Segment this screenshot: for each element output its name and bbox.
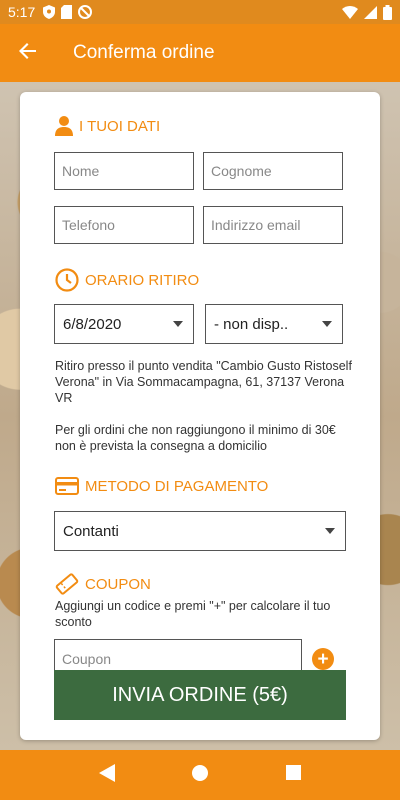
no-disturb-icon xyxy=(78,5,93,19)
dropdown-caret-icon xyxy=(325,528,335,534)
pickup-date-select[interactable]: 6/8/2020 xyxy=(54,304,194,344)
pickup-time-select[interactable]: - non disp.. xyxy=(205,304,343,344)
clock-icon xyxy=(55,268,79,292)
nav-home-icon[interactable] xyxy=(192,764,209,786)
page-title: Conferma ordine xyxy=(73,42,215,63)
nome-placeholder: Nome xyxy=(62,163,100,179)
coupon-placeholder: Coupon xyxy=(62,651,112,667)
nome-field[interactable]: Nome xyxy=(54,152,194,190)
nav-recents-icon[interactable] xyxy=(286,765,302,785)
submit-order-label: INVIA ORDINE (5€) xyxy=(112,683,288,706)
battery-icon xyxy=(383,4,392,20)
section-payment: METODO DI PAGAMENTO xyxy=(55,477,268,495)
sd-card-icon xyxy=(61,5,73,19)
payment-method-value: Contanti xyxy=(63,522,119,540)
system-nav-bar xyxy=(0,750,400,800)
order-form-card: I TUOI DATI Nome Cognome Telefono Indiri… xyxy=(20,92,380,740)
section-pickup-time: ORARIO RITIRO xyxy=(55,268,199,292)
email-field[interactable]: Indirizzo email xyxy=(203,206,343,244)
credit-card-icon xyxy=(55,477,79,495)
dropdown-caret-icon xyxy=(173,321,183,327)
pickup-time-value: - non disp.. xyxy=(214,315,289,333)
nav-back-icon[interactable] xyxy=(98,763,115,787)
section-payment-heading: METODO DI PAGAMENTO xyxy=(85,477,269,495)
back-button[interactable] xyxy=(0,24,56,82)
telefono-field[interactable]: Telefono xyxy=(54,206,194,244)
minimum-order-text: Per gli ordini che non raggiungono il mi… xyxy=(55,423,336,453)
section-coupon: COUPON xyxy=(55,573,151,595)
section-personal-heading: I TUOI DATI xyxy=(79,117,161,135)
pickup-date-value: 6/8/2020 xyxy=(63,315,122,333)
status-time: 5:17 xyxy=(8,4,36,20)
person-icon xyxy=(55,116,73,136)
plus-icon: + xyxy=(317,648,329,670)
cognome-placeholder: Cognome xyxy=(211,163,272,179)
section-pickup-heading: ORARIO RITIRO xyxy=(85,271,200,289)
app-bar: Conferma ordine xyxy=(0,24,400,82)
section-personal-data: I TUOI DATI xyxy=(55,116,160,136)
cognome-field[interactable]: Cognome xyxy=(203,152,343,190)
add-coupon-button[interactable]: + xyxy=(312,648,334,670)
status-bar: 5:17 xyxy=(0,0,400,24)
arrow-back-icon xyxy=(19,42,37,65)
email-placeholder: Indirizzo email xyxy=(211,217,301,233)
pickup-address-text: Ritiro presso il punto vendita "Cambio G… xyxy=(55,359,352,405)
coupon-help-text: Aggiungi un codice e premi "+" per calco… xyxy=(55,599,331,629)
shield-icon xyxy=(43,5,56,19)
section-coupon-heading: COUPON xyxy=(85,575,151,593)
payment-method-select[interactable]: Contanti xyxy=(54,511,346,551)
cell-signal-icon xyxy=(364,5,377,19)
telefono-placeholder: Telefono xyxy=(62,217,115,233)
dropdown-caret-icon xyxy=(322,321,332,327)
ticket-icon xyxy=(55,573,79,595)
wifi-icon xyxy=(342,5,358,19)
submit-order-button[interactable]: INVIA ORDINE (5€) xyxy=(54,670,346,720)
